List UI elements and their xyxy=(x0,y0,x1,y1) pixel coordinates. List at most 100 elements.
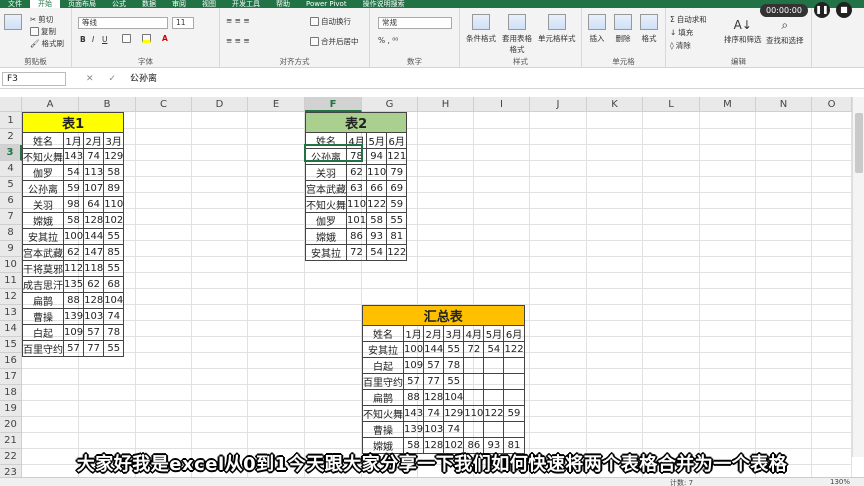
column-header-F[interactable]: F xyxy=(305,97,362,112)
table2-cell[interactable]: 101 xyxy=(345,212,368,229)
table1-header-cell[interactable]: 姓名 xyxy=(22,132,64,149)
summary-table-cell[interactable]: 59 xyxy=(503,405,525,422)
summary-table-cell[interactable]: 143 xyxy=(402,405,425,422)
border-button[interactable] xyxy=(122,34,131,43)
column-header-H[interactable]: H xyxy=(418,97,474,112)
column-header-C[interactable]: C xyxy=(136,97,192,112)
summary-table-cell[interactable]: 74 xyxy=(423,405,445,422)
table1-cell[interactable]: 62 xyxy=(62,244,85,261)
table2-cell[interactable]: 79 xyxy=(386,164,408,181)
table1-cell[interactable]: 147 xyxy=(83,244,105,261)
row-header-21[interactable]: 21 xyxy=(0,433,22,449)
table2-header-cell[interactable]: 6月 xyxy=(386,132,408,149)
row-header-3[interactable]: 3 xyxy=(0,145,22,161)
row-header-2[interactable]: 2 xyxy=(0,129,22,145)
table2-cell[interactable]: 78 xyxy=(345,148,368,165)
summary-table-cell[interactable]: 百里守约 xyxy=(362,373,404,390)
table1-header-cell[interactable]: 3月 xyxy=(103,132,125,149)
row-header-16[interactable]: 16 xyxy=(0,353,22,369)
format-painter-button[interactable]: 🖌 格式刷 xyxy=(30,38,64,49)
conditional-format-button[interactable]: 条件格式 xyxy=(466,14,496,44)
table1-cell[interactable]: 公孙离 xyxy=(22,180,64,197)
summary-table-cell[interactable] xyxy=(503,421,525,438)
table1-cell[interactable]: 伽罗 xyxy=(22,164,64,181)
table1-cell[interactable]: 74 xyxy=(103,308,125,325)
table1-cell[interactable]: 白起 xyxy=(22,324,64,341)
table1-cell[interactable]: 宫本武藏 xyxy=(22,244,64,261)
tab-5[interactable]: 审阅 xyxy=(164,0,194,8)
summary-table-cell[interactable]: 110 xyxy=(463,405,485,422)
table1-cell[interactable]: 安其拉 xyxy=(22,228,64,245)
column-header-M[interactable]: M xyxy=(700,97,756,112)
table2-cell[interactable]: 121 xyxy=(386,148,408,165)
table1-cell[interactable]: 107 xyxy=(83,180,105,197)
bold-button[interactable]: B xyxy=(80,35,86,44)
table1-cell[interactable]: 57 xyxy=(62,340,85,357)
table1-cell[interactable]: 110 xyxy=(103,196,125,213)
column-header-E[interactable]: E xyxy=(248,97,305,112)
table1-cell[interactable]: 88 xyxy=(62,292,85,309)
cell-styles-button[interactable]: 单元格样式 xyxy=(538,14,576,44)
table2-cell[interactable]: 59 xyxy=(386,196,408,213)
table1-cell[interactable]: 曹操 xyxy=(22,308,64,325)
row-header-5[interactable]: 5 xyxy=(0,177,22,193)
table2-header-cell[interactable]: 姓名 xyxy=(305,132,347,149)
table1-cell[interactable]: 55 xyxy=(103,228,125,245)
summary-table-header-cell[interactable]: 1月 xyxy=(402,325,425,342)
summary-table-cell[interactable]: 103 xyxy=(423,421,445,438)
table2-cell[interactable]: 关羽 xyxy=(305,164,347,181)
table1-cell[interactable]: 百里守约 xyxy=(22,340,64,357)
summary-table-cell[interactable]: 129 xyxy=(443,405,465,422)
table-format-button[interactable]: 套用表格格式 xyxy=(500,14,534,55)
summary-table-cell[interactable] xyxy=(463,389,485,406)
font-size-select[interactable]: 11 xyxy=(172,17,194,29)
tab-9[interactable]: Power Pivot xyxy=(298,0,355,8)
table1-cell[interactable]: 103 xyxy=(83,308,105,325)
currency-button[interactable]: % , ⁰⁰ xyxy=(378,36,398,45)
summary-table-cell[interactable]: 122 xyxy=(483,405,505,422)
summary-table-cell[interactable] xyxy=(463,357,485,374)
table2-cell[interactable]: 不知火舞 xyxy=(305,196,347,213)
table1-cell[interactable]: 102 xyxy=(103,212,125,229)
summary-table-cell[interactable]: 54 xyxy=(483,341,505,358)
fill-button[interactable]: ↓ 填充 xyxy=(670,27,693,38)
table1-cell[interactable]: 成吉思汗 xyxy=(22,276,64,293)
table2-cell[interactable]: 63 xyxy=(345,180,368,197)
merge-center-button[interactable]: 合并后居中 xyxy=(310,36,359,47)
table1-cell[interactable]: 58 xyxy=(103,164,125,181)
formula-input[interactable]: 公孙离 xyxy=(130,72,157,86)
table1-cell[interactable]: 129 xyxy=(103,148,125,165)
table2-cell[interactable]: 86 xyxy=(345,228,368,245)
summary-table-header-cell[interactable]: 6月 xyxy=(503,325,525,342)
table1-cell[interactable]: 144 xyxy=(83,228,105,245)
font-color-button[interactable]: A xyxy=(162,34,168,43)
column-header-L[interactable]: L xyxy=(643,97,700,112)
summary-table-cell[interactable]: 57 xyxy=(402,373,425,390)
summary-table-cell[interactable]: 74 xyxy=(443,421,465,438)
table1-cell[interactable]: 64 xyxy=(83,196,105,213)
select-all-corner[interactable] xyxy=(0,97,22,112)
align-left-button[interactable]: ≡ ≡ ≡ xyxy=(226,36,250,45)
table2-cell[interactable]: 122 xyxy=(366,196,388,213)
summary-table-header-cell[interactable]: 4月 xyxy=(463,325,485,342)
stop-icon[interactable]: ■ xyxy=(835,2,852,18)
table2-header-cell[interactable]: 5月 xyxy=(366,132,388,149)
row-header-12[interactable]: 12 xyxy=(0,289,22,305)
tab-3[interactable]: 公式 xyxy=(104,0,134,8)
table1-cell[interactable]: 143 xyxy=(62,148,85,165)
table1-cell[interactable]: 135 xyxy=(62,276,85,293)
table1-cell[interactable]: 85 xyxy=(103,244,125,261)
summary-table-cell[interactable]: 109 xyxy=(402,357,425,374)
tab-0[interactable]: 文件 xyxy=(0,0,30,8)
fill-color-button[interactable] xyxy=(142,34,151,43)
table2-cell[interactable]: 54 xyxy=(366,244,388,261)
vertical-scrollbar[interactable] xyxy=(852,97,864,457)
column-header-B[interactable]: B xyxy=(79,97,136,112)
align-top-button[interactable]: ≡ ≡ ≡ xyxy=(226,16,250,25)
table1-cell[interactable]: 59 xyxy=(62,180,85,197)
table1-cell[interactable]: 78 xyxy=(103,324,125,341)
table1-cell[interactable]: 58 xyxy=(62,212,85,229)
table1-cell[interactable]: 74 xyxy=(83,148,105,165)
name-box[interactable]: F3 xyxy=(2,72,66,86)
table2-cell[interactable]: 93 xyxy=(366,228,388,245)
